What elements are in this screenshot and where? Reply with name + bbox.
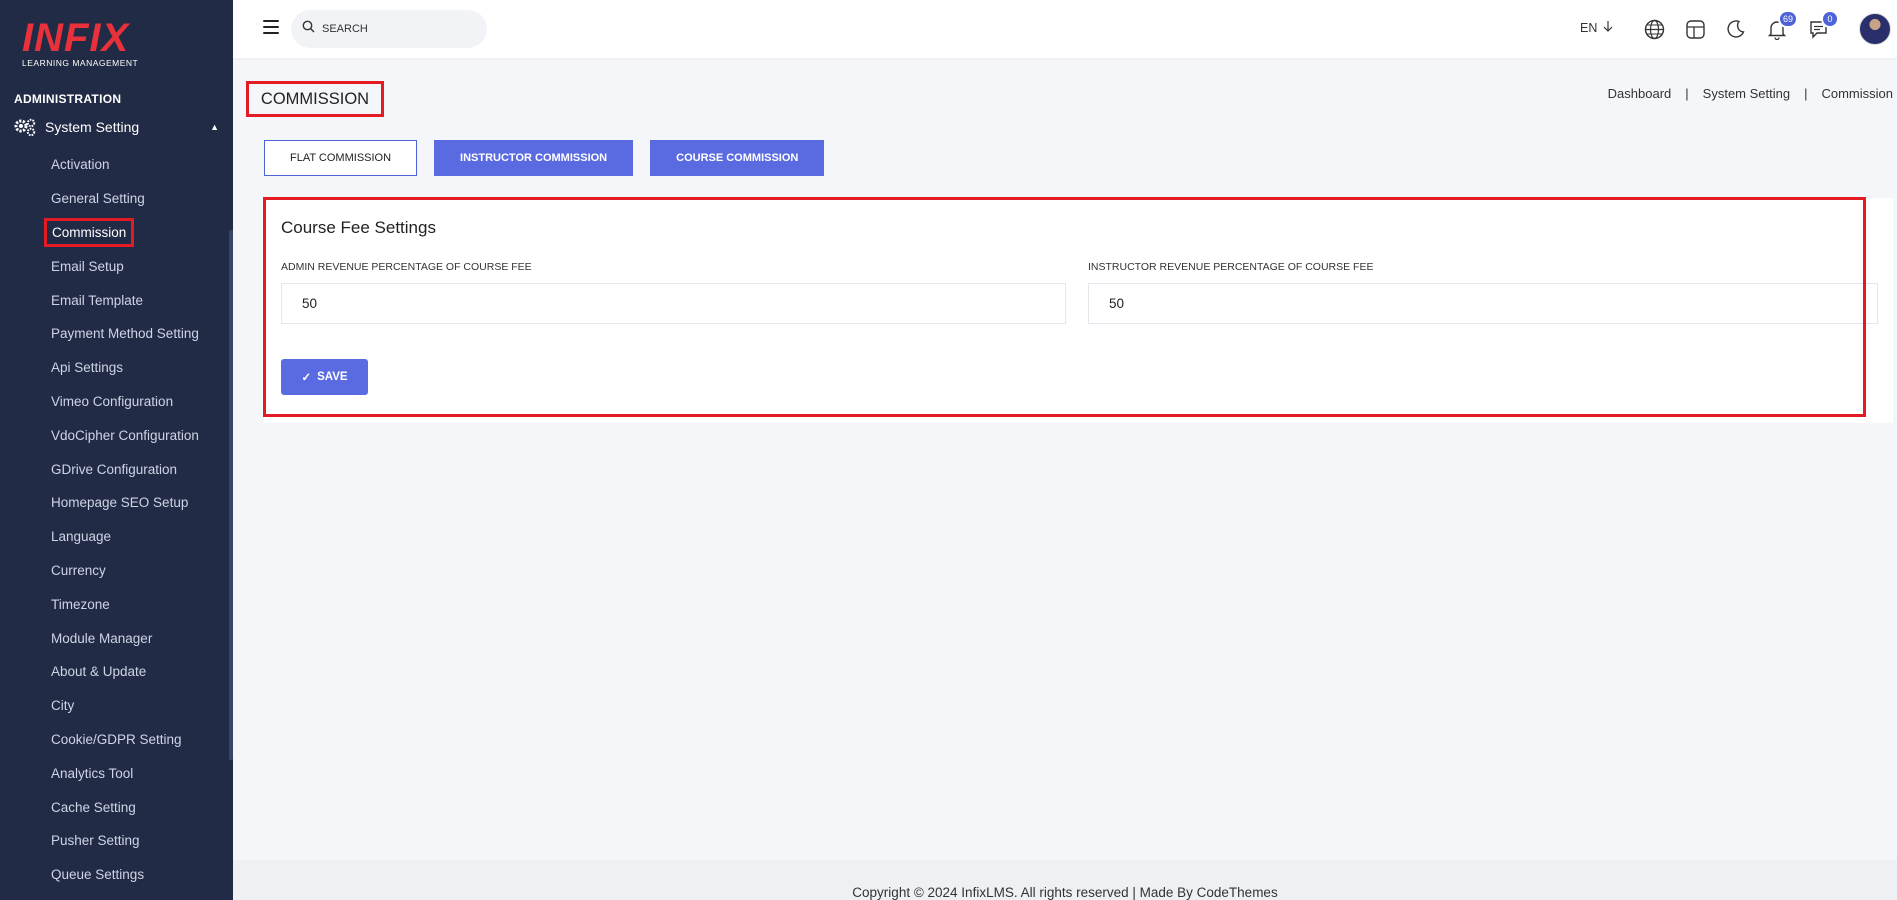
language-label: EN <box>1580 20 1598 35</box>
layout-icon[interactable] <box>1684 18 1706 40</box>
footer: Copyright © 2024 InfixLMS. All rights re… <box>233 860 1897 900</box>
page-title: COMMISSION <box>246 81 384 117</box>
message-icon[interactable]: 0 <box>1807 10 1839 40</box>
sidebar-item-label: VdoCipher Configuration <box>51 427 199 443</box>
gears-icon <box>14 118 36 136</box>
sidebar-item-label: Timezone <box>51 596 110 612</box>
commission-tabs: FLAT COMMISSION INSTRUCTOR COMMISSION CO… <box>264 140 825 176</box>
caret-up-icon: ▲ <box>210 122 219 132</box>
tab-flat-commission[interactable]: FLAT COMMISSION <box>264 140 418 176</box>
language-selector[interactable]: EN <box>1580 20 1613 35</box>
sidebar-item-gdrive-configuration[interactable]: GDrive Configuration <box>0 452 229 486</box>
sidebar-group-label: System Setting <box>45 119 140 135</box>
top-header: EN 69 0 <box>233 0 1897 58</box>
notification-bell-icon[interactable]: 69 <box>1766 10 1798 40</box>
breadcrumb-commission: Commission <box>1821 86 1893 101</box>
sidebar-item-label: Commission <box>43 217 135 247</box>
sidebar-item-label: Payment Method Setting <box>51 326 199 342</box>
sidebar-scrollbar[interactable] <box>229 230 233 760</box>
breadcrumb: Dashboard | System Setting | Commission <box>1608 86 1893 101</box>
sidebar-item-homepage-seo-setup[interactable]: Homepage SEO Setup <box>0 486 229 520</box>
sidebar-item-label: About & Update <box>51 664 147 680</box>
sidebar-item-email-template[interactable]: Email Template <box>0 283 229 317</box>
sidebar-item-module-manager[interactable]: Module Manager <box>0 621 229 655</box>
sidebar-item-label: Homepage SEO Setup <box>51 495 189 511</box>
sidebar-item-language[interactable]: Language <box>0 520 229 554</box>
sidebar-item-api-settings[interactable]: Api Settings <box>0 351 229 385</box>
sidebar-item-label: Api Settings <box>51 360 124 376</box>
breadcrumb-separator: | <box>1804 86 1808 101</box>
sidebar-item-label: Pusher Setting <box>51 833 140 849</box>
sidebar-item-vdocipher-configuration[interactable]: VdoCipher Configuration <box>0 418 229 452</box>
sidebar-item-label: Language <box>51 529 112 545</box>
sidebar-item-about-update[interactable]: About & Update <box>0 655 229 689</box>
logo[interactable]: INFIX LEARNING MANAGEMENT <box>22 18 138 68</box>
instructor-revenue-input[interactable] <box>1088 283 1878 324</box>
search-input[interactable] <box>322 23 462 35</box>
sidebar: INFIX LEARNING MANAGEMENT ADMINISTRATION… <box>0 0 233 900</box>
sidebar-item-timezone[interactable]: Timezone <box>0 587 229 621</box>
admin-revenue-label: ADMIN REVENUE PERCENTAGE OF COURSE FEE <box>281 261 532 273</box>
message-badge: 0 <box>1821 10 1839 28</box>
logo-tagline: LEARNING MANAGEMENT <box>22 58 139 68</box>
sidebar-item-label: Queue Settings <box>51 867 145 883</box>
sidebar-item-queue-settings[interactable]: Queue Settings <box>0 858 229 892</box>
sidebar-item-pusher-setting[interactable]: Pusher Setting <box>0 824 229 858</box>
globe-icon[interactable] <box>1643 18 1665 40</box>
logo-text: INFIX <box>22 16 130 60</box>
search-box[interactable] <box>291 10 487 48</box>
sidebar-item-analytics-tool[interactable]: Analytics Tool <box>0 756 229 790</box>
arrow-down-icon <box>1603 20 1613 35</box>
user-avatar[interactable] <box>1859 13 1891 45</box>
sidebar-item-label: Vimeo Configuration <box>51 393 174 409</box>
sidebar-item-label: Cache Setting <box>51 799 136 815</box>
sidebar-item-vimeo-configuration[interactable]: Vimeo Configuration <box>0 385 229 419</box>
sidebar-section-title: ADMINISTRATION <box>14 92 122 106</box>
sidebar-item-city[interactable]: City <box>0 689 229 723</box>
sidebar-item-payment-method-setting[interactable]: Payment Method Setting <box>0 317 229 351</box>
sidebar-item-email-setup[interactable]: Email Setup <box>0 249 229 283</box>
sidebar-item-label: General Setting <box>51 191 145 207</box>
save-button-label: SAVE <box>317 371 348 383</box>
sidebar-item-general-setting[interactable]: General Setting <box>0 182 229 216</box>
sidebar-item-label: Module Manager <box>51 630 153 646</box>
sidebar-item-label: GDrive Configuration <box>51 461 178 477</box>
sidebar-item-label: Analytics Tool <box>51 765 134 781</box>
page-title-text: COMMISSION <box>260 89 370 108</box>
sidebar-item-label: City <box>51 698 75 714</box>
copyright-text: Copyright © 2024 InfixLMS. All rights re… <box>852 884 1278 900</box>
check-icon: ✓ <box>301 372 312 384</box>
moon-icon[interactable] <box>1725 18 1747 40</box>
search-icon <box>302 20 315 38</box>
sidebar-item-label: Cookie/GDPR Setting <box>51 731 182 747</box>
sidebar-item-activation[interactable]: Activation <box>0 148 229 182</box>
admin-revenue-input[interactable] <box>281 283 1066 324</box>
sidebar-item-label: Currency <box>51 562 106 578</box>
breadcrumb-system-setting[interactable]: System Setting <box>1703 86 1790 101</box>
tab-instructor-commission[interactable]: INSTRUCTOR COMMISSION <box>434 140 634 176</box>
sidebar-item-cache-setting[interactable]: Cache Setting <box>0 790 229 824</box>
sidebar-item-label: Activation <box>51 157 110 173</box>
sidebar-item-currency[interactable]: Currency <box>0 554 229 588</box>
breadcrumb-separator: | <box>1685 86 1689 101</box>
notification-badge: 69 <box>1777 10 1798 28</box>
sidebar-group-system-setting[interactable]: System Setting ▲ <box>14 116 219 138</box>
save-button[interactable]: ✓ SAVE <box>281 359 368 395</box>
instructor-revenue-label: INSTRUCTOR REVENUE PERCENTAGE OF COURSE … <box>1088 261 1374 273</box>
sidebar-item-commission[interactable]: Commission <box>0 216 229 250</box>
sidebar-item-cookie-gdpr-setting[interactable]: Cookie/GDPR Setting <box>0 723 229 757</box>
course-fee-settings-card: Course Fee Settings ADMIN REVENUE PERCEN… <box>264 198 1893 423</box>
sidebar-item-label: Email Setup <box>51 258 124 274</box>
tab-course-commission[interactable]: COURSE COMMISSION <box>650 140 825 176</box>
menu-toggle-icon[interactable] <box>263 20 279 34</box>
sidebar-menu: Activation General Setting Commission Em… <box>0 148 229 892</box>
sidebar-item-label: Email Template <box>51 292 144 308</box>
breadcrumb-dashboard[interactable]: Dashboard <box>1608 86 1672 101</box>
card-heading: Course Fee Settings <box>281 218 436 237</box>
